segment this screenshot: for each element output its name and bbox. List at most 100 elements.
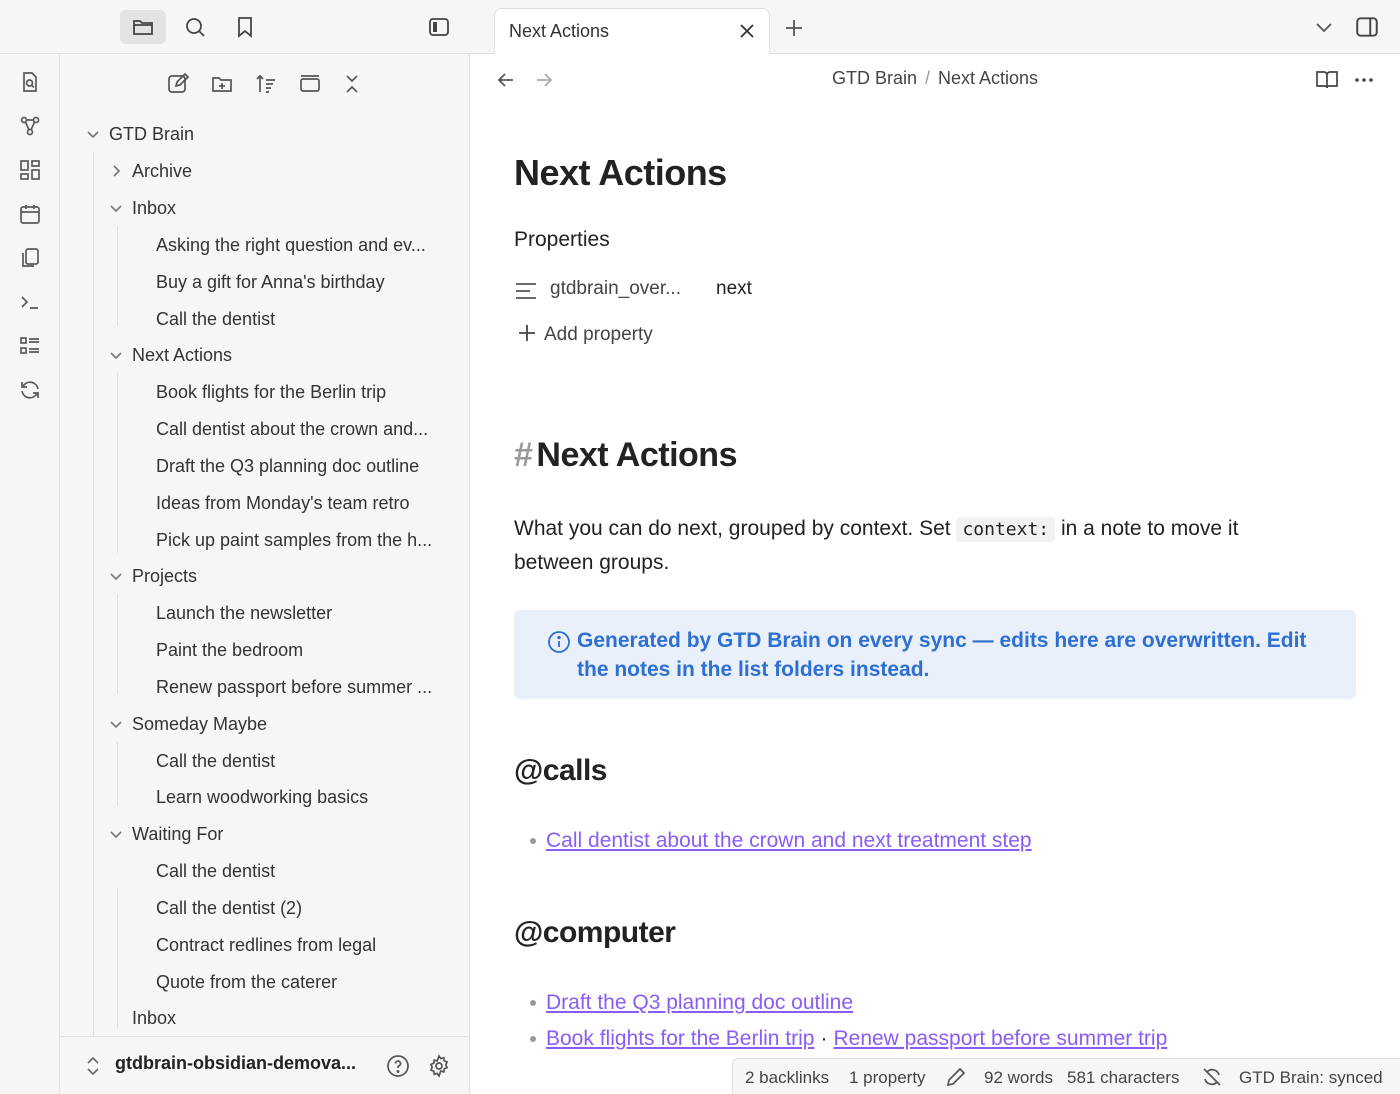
vault-name[interactable]: gtdbrain-obsidian-demova... <box>115 1053 365 1074</box>
tree-folder-someday-maybe[interactable]: Someday Maybe <box>132 708 267 740</box>
breadcrumb-note[interactable]: Next Actions <box>938 68 1038 88</box>
tab-next-actions[interactable]: Next Actions <box>494 8 770 55</box>
dashboard-icon <box>20 160 40 180</box>
file-explorer-tab[interactable] <box>120 10 166 44</box>
new-folder-button[interactable] <box>206 68 238 100</box>
sort-button[interactable] <box>250 68 282 100</box>
ribbon-command-palette[interactable] <box>16 288 44 316</box>
plus-icon[interactable] <box>784 18 804 38</box>
tree-file[interactable]: Call dentist about the crown and... <box>156 413 446 445</box>
tree-folder-waiting-for[interactable]: Waiting For <box>132 818 223 850</box>
chevron-right-icon[interactable] <box>108 163 124 179</box>
chevron-down-icon[interactable] <box>108 568 124 584</box>
sidebar-right-icon[interactable] <box>1354 14 1380 40</box>
tree-folder-projects[interactable]: Projects <box>132 560 197 592</box>
callout-text: Generated by GTD Brain on every sync — e… <box>577 629 1307 681</box>
status-backlinks[interactable]: 2 backlinks <box>745 1068 829 1088</box>
file-explorer: GTD Brain Archive Inbox Asking the right… <box>60 54 470 1094</box>
tree-file[interactable]: Pick up paint samples from the h... <box>156 524 446 556</box>
add-property-label: Add property <box>544 324 653 345</box>
note-title[interactable]: Next Actions <box>514 152 727 194</box>
pencil-icon[interactable] <box>945 1066 967 1088</box>
ribbon-daily-note[interactable] <box>16 200 44 228</box>
tree-file[interactable]: Paint the bedroom <box>156 634 446 666</box>
internal-link[interactable]: Renew passport before summer trip <box>833 1027 1167 1050</box>
ribbon-canvas[interactable] <box>16 156 44 184</box>
sidebar-header <box>0 0 470 54</box>
heading-next-actions[interactable]: # Next Actions <box>514 436 737 475</box>
tree-file[interactable]: Contract redlines from legal <box>156 929 446 961</box>
tree-folder-gtd-brain[interactable]: GTD Brain <box>109 118 194 150</box>
ribbon-list[interactable] <box>16 332 44 360</box>
tree-file[interactable]: Draft the Q3 planning doc outline <box>156 450 446 482</box>
graph-icon <box>20 116 40 136</box>
breadcrumb-vault[interactable]: GTD Brain <box>832 68 917 88</box>
ribbon-sync[interactable] <box>16 376 44 404</box>
link-separator: · <box>820 1027 828 1050</box>
list-item: Draft the Q3 planning doc outline <box>530 991 853 1015</box>
property-value[interactable]: next <box>716 278 752 300</box>
status-bar: 2 backlinks 1 property 92 words 581 char… <box>732 1058 1400 1094</box>
tree-file[interactable]: Quote from the caterer <box>156 966 446 998</box>
tree-file[interactable]: Launch the newsletter <box>156 597 446 629</box>
tree-file[interactable]: Book flights for the Berlin trip <box>156 376 446 408</box>
folder-plus-icon <box>212 77 232 92</box>
status-characters: 581 characters <box>1067 1068 1180 1087</box>
new-note-button[interactable] <box>162 68 194 100</box>
ribbon-quick-switcher[interactable] <box>16 68 44 96</box>
tree-folder-inbox[interactable]: Inbox <box>132 192 176 224</box>
status-sync[interactable]: GTD Brain: synced <box>1239 1068 1383 1088</box>
chevron-down-icon[interactable] <box>85 126 101 142</box>
chevron-down-icon[interactable] <box>108 716 124 732</box>
more-options-icon[interactable] <box>1354 76 1374 84</box>
search-tab[interactable] <box>172 10 218 44</box>
terminal-icon <box>21 296 38 309</box>
chevron-down-icon[interactable] <box>108 200 124 216</box>
tree-file[interactable]: Inbox <box>132 1002 176 1034</box>
internal-link[interactable]: Call dentist about the crown and next tr… <box>546 829 1032 852</box>
toggle-left-sidebar-button[interactable] <box>416 10 462 44</box>
heading-text: Next Actions <box>536 436 737 474</box>
property-key[interactable]: gtdbrain_over... <box>550 278 681 300</box>
chevron-down-icon[interactable] <box>1314 20 1334 36</box>
ribbon-templates[interactable] <box>16 244 44 272</box>
tree-file[interactable]: Call the dentist <box>156 855 446 887</box>
tree-folder-archive[interactable]: Archive <box>132 155 192 187</box>
properties-heading[interactable]: Properties <box>514 228 610 252</box>
heading-calls[interactable]: @calls <box>514 754 607 788</box>
gear-icon[interactable] <box>427 1054 451 1078</box>
text-lines-icon <box>516 283 536 299</box>
tree-file[interactable]: Call the dentist <box>156 303 446 335</box>
tree-folder-next-actions[interactable]: Next Actions <box>132 339 232 371</box>
tree-file[interactable]: Buy a gift for Anna's birthday <box>156 266 446 298</box>
list-icon <box>20 337 39 354</box>
intro-text: What you can do next, grouped by context… <box>514 517 957 540</box>
info-icon <box>548 631 570 653</box>
tree-file[interactable]: Ideas from Monday's team retro <box>156 487 446 519</box>
tree-file[interactable]: Renew passport before summer ... <box>156 671 446 703</box>
close-icon[interactable] <box>737 21 757 41</box>
heading-computer[interactable]: @computer <box>514 916 676 950</box>
tree-file[interactable]: Learn woodworking basics <box>156 781 446 813</box>
chevron-down-icon[interactable] <box>108 826 124 842</box>
intro-paragraph[interactable]: What you can do next, grouped by context… <box>514 512 1314 579</box>
sync-off-icon[interactable] <box>1201 1066 1223 1088</box>
tree-file[interactable]: Asking the right question and ev... <box>156 229 446 261</box>
info-callout[interactable]: Generated by GTD Brain on every sync — e… <box>514 610 1356 699</box>
help-icon[interactable] <box>386 1054 410 1078</box>
auto-reveal-button[interactable] <box>294 68 326 100</box>
tree-file[interactable]: Call the dentist (2) <box>156 892 446 924</box>
bookmarks-tab[interactable] <box>222 10 268 44</box>
internal-link[interactable]: Book flights for the Berlin trip <box>546 1027 814 1050</box>
ribbon-graph-view[interactable] <box>16 112 44 140</box>
tab-title: Next Actions <box>509 21 610 41</box>
internal-link[interactable]: Draft the Q3 planning doc outline <box>546 991 853 1014</box>
add-property-button[interactable]: Add property <box>518 324 653 346</box>
chevron-updown-icon[interactable] <box>84 1055 102 1077</box>
collapse-all-button[interactable] <box>336 68 368 100</box>
tree-file[interactable]: Call the dentist <box>156 745 446 777</box>
chevron-down-icon[interactable] <box>108 347 124 363</box>
refresh-icon <box>21 381 39 399</box>
book-open-icon[interactable] <box>1315 69 1339 91</box>
status-properties[interactable]: 1 property <box>849 1068 926 1088</box>
